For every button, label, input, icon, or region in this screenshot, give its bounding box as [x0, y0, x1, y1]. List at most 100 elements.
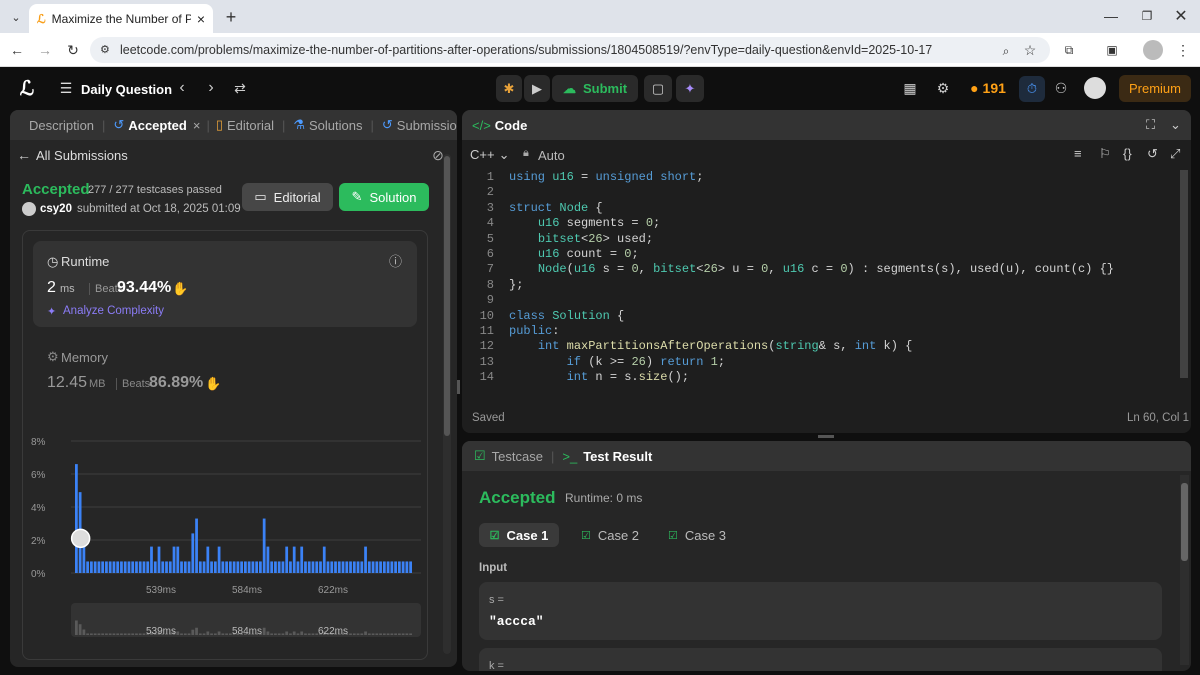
back-icon[interactable]: ← [6, 39, 28, 61]
analyze-complexity-link[interactable]: Analyze Complexity [63, 305, 164, 317]
braces-icon[interactable]: {} [1123, 146, 1132, 161]
profile-avatar[interactable] [1143, 40, 1163, 60]
leetcode-favicon-icon: ℒ [37, 11, 46, 26]
tab-list-button[interactable]: ⌄ [6, 7, 26, 27]
memory-label: Memory [61, 350, 108, 365]
sparkle-icon: ✦ [47, 306, 57, 318]
collapse-icon[interactable]: ⌄ [1170, 117, 1181, 133]
prev-problem-icon[interactable]: ‹ [173, 78, 191, 98]
horizontal-drag-handle[interactable] [818, 435, 834, 438]
layout-icon[interactable]: ▦ [900, 78, 920, 98]
restore-icon[interactable]: ❐ [1136, 5, 1158, 27]
back-arrow-icon[interactable]: ← [16, 147, 32, 163]
bookmark-star-icon[interactable]: ☆ [1021, 41, 1039, 59]
case-2-tab[interactable]: ☑ Case 2 [570, 523, 650, 547]
left-scroll-thumb[interactable] [444, 156, 450, 436]
overview-bar [116, 633, 120, 635]
sidebar-icon[interactable]: ▣ [1103, 41, 1121, 59]
reset-icon[interactable]: ↺ [1147, 146, 1158, 162]
tab-editorial[interactable]: Editorial [227, 118, 274, 133]
overview-bar [300, 631, 304, 635]
language-select[interactable]: C++ ⌄ [470, 147, 509, 163]
chart-bar [157, 546, 161, 573]
daily-question-link[interactable]: Daily Question [81, 82, 172, 97]
overview-bar [409, 633, 412, 635]
info-icon[interactable]: ⓘ [389, 251, 402, 270]
chart-bar [337, 561, 341, 573]
code-editor[interactable]: 1 using u16 = unsigned short; 2 3 struct Nod… [462, 170, 1182, 400]
tab-accepted[interactable]: Accepted [128, 118, 187, 133]
new-tab-icon[interactable]: + [220, 6, 242, 28]
code-line: struct Node { [509, 200, 603, 215]
add-friend-icon[interactable]: ⚇ [1051, 78, 1071, 98]
format-icon[interactable]: ≡ [1074, 146, 1082, 161]
address-bar[interactable]: ⚙ leetcode.com/problems/maximize-the-num… [90, 37, 1050, 63]
case-3-tab[interactable]: ☑ Case 3 [657, 523, 737, 547]
leetcode-logo-icon[interactable]: ℒ [16, 77, 38, 100]
close-tab-icon[interactable]: × [193, 118, 201, 133]
mode-label[interactable]: Auto [538, 148, 565, 163]
chart-bar [334, 561, 337, 573]
runtime-distribution-chart[interactable]: 8% 6% 4% 2% 0% 539ms 584ms 622ms 539ms 584ms 622ms [23, 429, 429, 641]
ai-assist-button[interactable]: ✦ [676, 75, 704, 102]
submissions-icon: ↺ [381, 117, 393, 132]
solution-button[interactable]: ✎ Solution [339, 183, 429, 211]
user-avatar[interactable] [1084, 77, 1106, 99]
chart-bar [247, 561, 251, 573]
zoom-icon[interactable]: ⌕ [997, 42, 1015, 60]
next-problem-icon[interactable]: › [202, 78, 220, 98]
terminal-icon: >_ [562, 448, 578, 464]
timer-button[interactable]: ⏱ [1019, 76, 1045, 102]
vertical-drag-handle[interactable] [457, 380, 460, 394]
y-tick-label: 8% [31, 437, 46, 448]
shuffle-icon[interactable]: ⇄ [230, 78, 250, 98]
close-icon[interactable]: × [197, 11, 205, 27]
cursor-position: Ln 60, Col 1 [1127, 412, 1190, 424]
chart-bar [300, 546, 304, 573]
result-scroll-thumb[interactable] [1181, 483, 1188, 561]
chart-bar [165, 561, 168, 573]
chart-bar [251, 561, 255, 573]
editorial-button[interactable]: ▭ Editorial [242, 183, 333, 211]
runtime-card[interactable]: ◷ Runtime ⓘ 2 ms Beats 93.44% ✋ ✦ Analyz… [33, 241, 417, 327]
extensions-icon[interactable]: ⧉ [1060, 41, 1078, 59]
code-title: Code [494, 117, 528, 133]
all-submissions-link[interactable]: All Submissions [36, 148, 128, 163]
submitter-name[interactable]: csy20 [40, 203, 72, 215]
tab-solutions[interactable]: Solutions [309, 118, 362, 133]
chart-bar [304, 561, 307, 573]
forward-icon[interactable]: → [34, 39, 56, 61]
browser-tab[interactable]: ℒ Maximize the Number of Partitions × [29, 4, 213, 33]
premium-button[interactable]: Premium [1119, 75, 1191, 102]
menu-icon[interactable]: ⋮ [1174, 40, 1192, 60]
window-close-icon[interactable]: ✕ [1170, 5, 1192, 27]
overview-bar [176, 631, 180, 635]
case-1-tab[interactable]: ☑ Case 1 [479, 523, 559, 547]
bookmark-icon[interactable]: ⚐ [1099, 146, 1111, 162]
notes-button[interactable]: ▢ [644, 75, 672, 102]
reload-icon[interactable]: ↻ [62, 39, 84, 61]
fullscreen-icon[interactable]: ⛶ [1146, 117, 1155, 133]
tab-testcase[interactable]: Testcase [492, 449, 543, 464]
tab-submissions[interactable]: Submission [397, 118, 457, 133]
chart-bar [259, 561, 262, 573]
submit-button[interactable]: ☁ Submit [552, 75, 638, 102]
overview-bar [390, 633, 394, 635]
expand-icon[interactable]: ⤢ [1170, 146, 1180, 162]
chart-bar [296, 561, 300, 573]
chart-bar [330, 561, 334, 573]
problem-list-icon[interactable]: ☰ [56, 78, 76, 98]
minimize-icon[interactable]: — [1100, 5, 1122, 27]
line-number: 14 [479, 370, 494, 385]
run-button[interactable]: ▶ [524, 75, 550, 102]
site-info-icon[interactable]: ⚙ [100, 43, 110, 56]
streak-counter[interactable]: ● 191 [967, 78, 1009, 98]
user-position-avatar [70, 528, 91, 549]
overview-bar [360, 633, 364, 635]
tab-test-result[interactable]: Test Result [583, 449, 652, 464]
overview-bar [225, 633, 228, 635]
tab-description[interactable]: Description [29, 118, 94, 133]
settings-gear-icon[interactable]: ⚙ [933, 78, 953, 98]
code-scroll-thumb[interactable] [1180, 170, 1188, 378]
debug-button[interactable]: ✱ [496, 75, 522, 102]
